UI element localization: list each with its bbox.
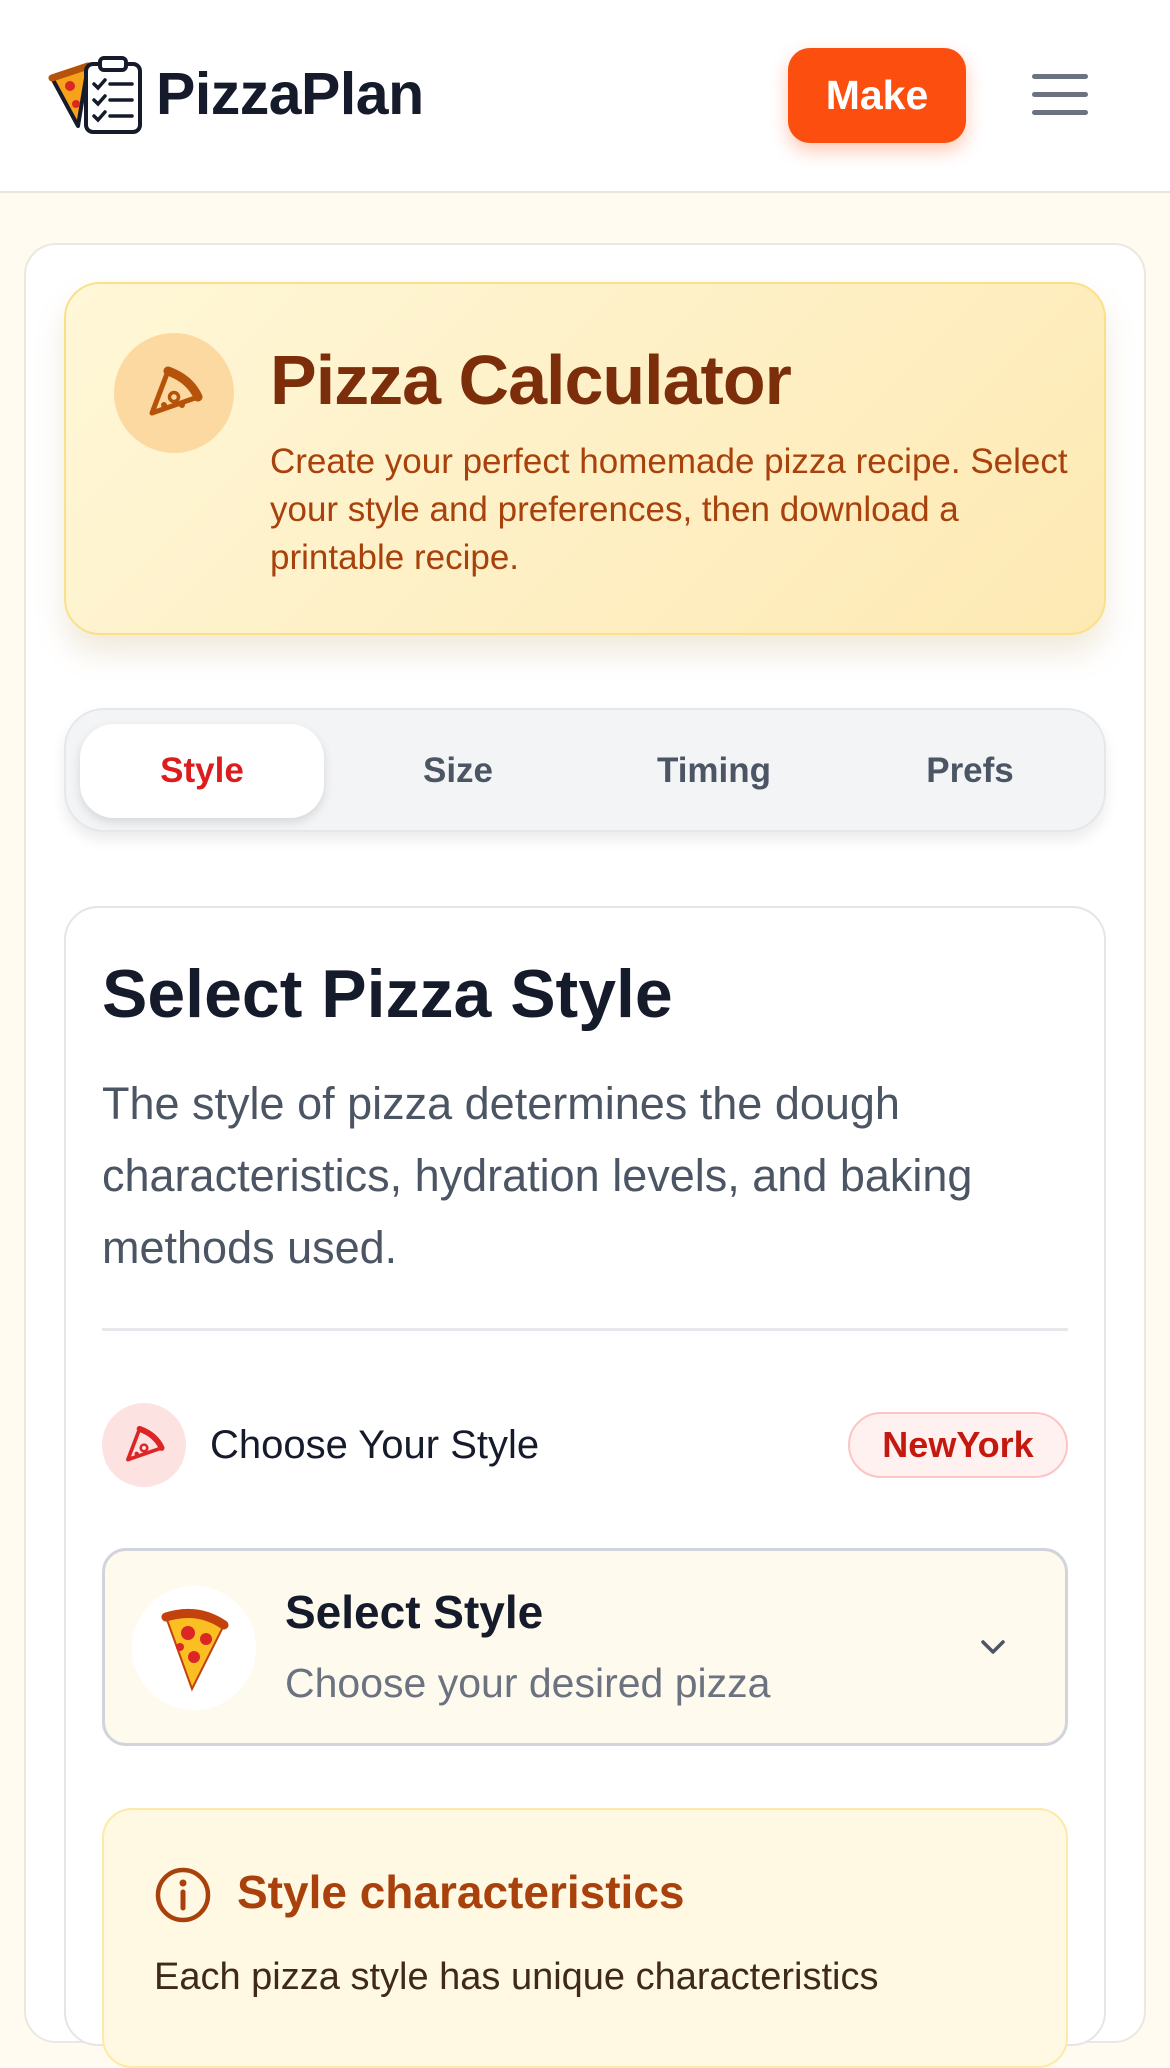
section-description: The style of pizza determines the dough …	[102, 1078, 973, 1273]
make-button[interactable]: Make	[788, 48, 966, 143]
divider	[102, 1328, 1068, 1331]
tab-timing[interactable]: Timing	[592, 724, 836, 818]
info-icon	[154, 1866, 212, 1924]
pizza-checklist-logo-icon[interactable]	[48, 56, 146, 136]
info-text: Each pizza style has unique characterist…	[154, 1956, 879, 1998]
pizza-slice-icon	[102, 1403, 186, 1487]
select-style-title: Select Style	[285, 1586, 544, 1638]
pizza-slice-icon	[114, 333, 234, 453]
tab-style[interactable]: Style	[80, 724, 324, 818]
brand-name[interactable]: PizzaPlan	[156, 60, 424, 128]
selected-style-badge: NewYork	[848, 1412, 1068, 1478]
top-navbar: PizzaPlan Make	[0, 0, 1170, 193]
page-title: Pizza Calculator	[270, 341, 792, 419]
hamburger-menu-icon[interactable]	[1032, 70, 1090, 120]
style-characteristics-panel	[102, 1808, 1068, 2068]
section-title: Select Pizza Style	[102, 956, 673, 1032]
step-tabs: Style Size Timing Prefs	[64, 708, 1106, 832]
select-style-subtitle: Choose your desired pizza	[285, 1660, 771, 1706]
page-description: Create your perfect homemade pizza recip…	[270, 442, 1068, 577]
chevron-down-icon[interactable]	[976, 1630, 1010, 1664]
pizza-slice-emoji-icon	[132, 1586, 256, 1710]
info-title: Style characteristics	[237, 1866, 685, 1918]
choose-style-label: Choose Your Style	[210, 1423, 540, 1467]
tab-prefs[interactable]: Prefs	[848, 724, 1092, 818]
tab-size[interactable]: Size	[336, 724, 580, 818]
